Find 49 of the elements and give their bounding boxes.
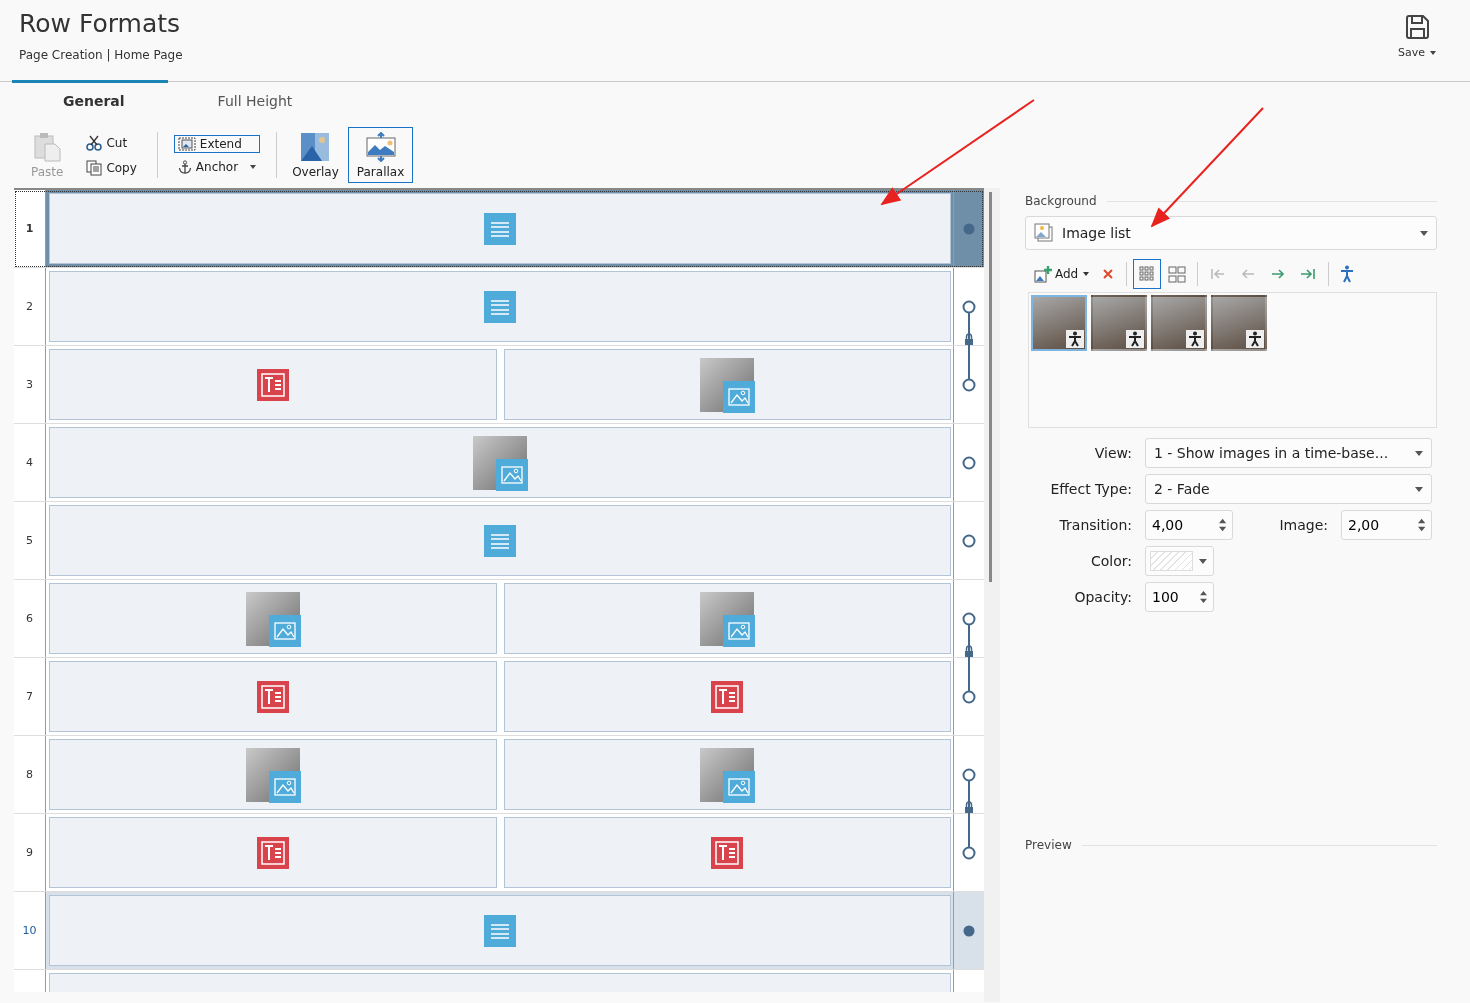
row-number: 5: [25, 533, 34, 549]
section-label: Preview: [1025, 838, 1437, 852]
grid-row[interactable]: 8: [14, 736, 984, 814]
anchor-button[interactable]: Anchor: [173, 157, 261, 176]
row-number: 10: [14, 892, 45, 969]
grid-row[interactable]: 2: [14, 268, 984, 346]
section-label: Background: [1025, 194, 1437, 208]
overlay-button[interactable]: Overlay: [283, 127, 348, 183]
number-field[interactable]: 4,00: [1145, 510, 1233, 540]
row-number: 2: [25, 299, 34, 315]
parallax-button[interactable]: Parallax: [347, 127, 414, 183]
tab[interactable]: General: [63, 93, 125, 109]
field-label: Effect Type:: [1049, 481, 1132, 497]
row-number: 3: [25, 377, 34, 393]
page-title: Row Formats: [19, 8, 182, 40]
field-label: View:: [1093, 445, 1132, 461]
grid-row[interactable]: 5: [14, 502, 984, 580]
grid-row[interactable]: 1: [14, 190, 984, 268]
effect-type-dropdown[interactable]: 2 - Fade: [1145, 474, 1432, 504]
field-label: Transition:: [1058, 517, 1132, 533]
number-input[interactable]: 100: [1152, 583, 1200, 611]
grid-row[interactable]: 4: [14, 424, 984, 502]
field-label: Image:: [1278, 517, 1328, 533]
grid-row[interactable]: 3: [14, 346, 984, 424]
row-number: 6: [25, 611, 34, 627]
view-dropdown[interactable]: 1 - Show images in a time-base...: [1145, 438, 1432, 468]
row-number: 4: [25, 455, 34, 471]
background-type-dropdown[interactable]: Image list: [1025, 216, 1437, 250]
row-number: 8: [25, 767, 34, 783]
add-button[interactable]: Add: [1029, 259, 1095, 289]
number-input[interactable]: 4,00: [1152, 511, 1219, 539]
grid-row[interactable]: 9: [14, 814, 984, 892]
grid-row[interactable]: 6: [14, 580, 984, 658]
field-label: Color:: [1089, 553, 1132, 569]
row-number: 1: [14, 190, 45, 267]
extend-button[interactable]: Extend: [173, 134, 261, 153]
breadcrumb: Page Creation | Home Page: [19, 48, 183, 62]
field-label: Opacity:: [1073, 589, 1132, 605]
number-input[interactable]: 2,00: [1348, 511, 1418, 539]
number-field[interactable]: 2,00: [1341, 510, 1432, 540]
row-number: 7: [25, 689, 34, 705]
copy-button[interactable]: Copy: [82, 157, 141, 178]
cut-button[interactable]: Cut: [82, 132, 141, 153]
grid-row[interactable]: 7: [14, 658, 984, 736]
grid-row[interactable]: 10: [14, 892, 984, 970]
tab[interactable]: Full Height: [217, 93, 293, 109]
save-button[interactable]: Save: [1398, 8, 1450, 68]
row-number: 9: [25, 845, 34, 861]
number-field[interactable]: 100: [1145, 582, 1214, 612]
